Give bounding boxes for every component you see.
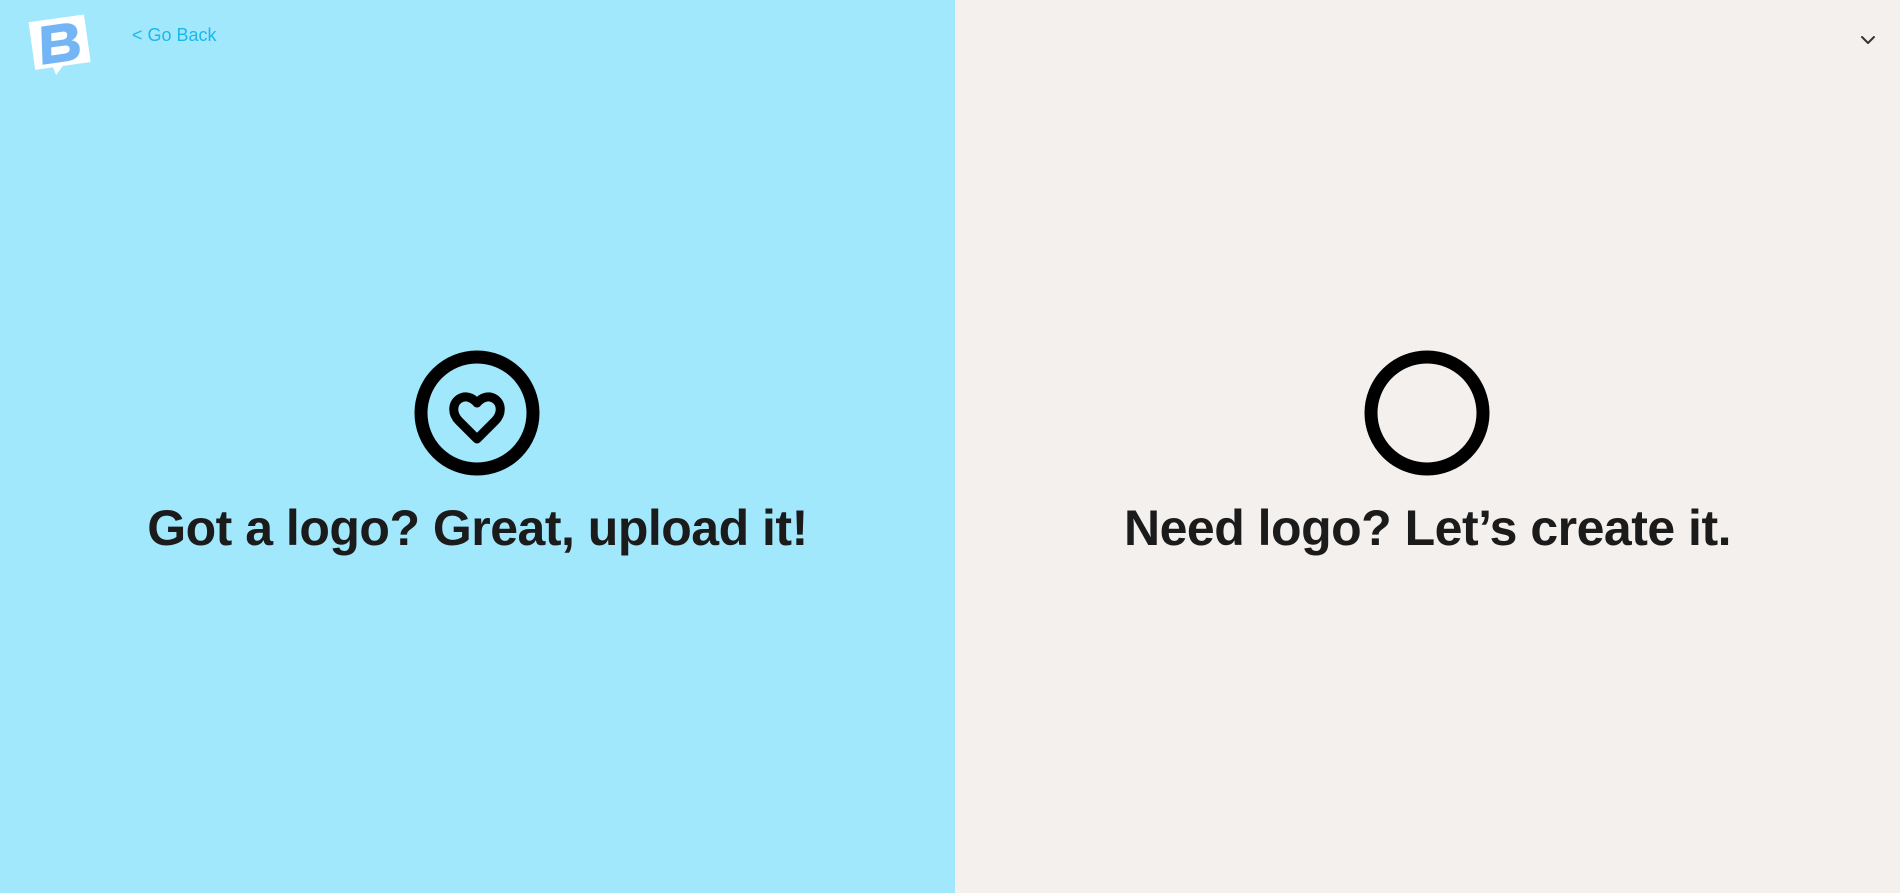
- empty-circle-icon: [1364, 350, 1490, 475]
- upload-logo-content: Got a logo? Great, upload it!: [147, 349, 808, 557]
- go-back-link[interactable]: < Go Back: [132, 25, 217, 46]
- chevron-down-icon[interactable]: [1858, 30, 1878, 50]
- brand-logo-icon[interactable]: [26, 12, 96, 78]
- create-logo-content: Need logo? Let’s create it.: [1123, 349, 1732, 557]
- create-logo-option[interactable]: Need logo? Let’s create it.: [955, 0, 1900, 893]
- upload-logo-option[interactable]: Got a logo? Great, upload it!: [0, 0, 955, 893]
- heart-circle-icon: [414, 350, 540, 475]
- create-logo-title: Need logo? Let’s create it.: [1123, 499, 1732, 556]
- upload-logo-title: Got a logo? Great, upload it!: [147, 499, 808, 556]
- logo-choice-page: < Go Back Got a logo? Great, upload it! …: [0, 0, 1900, 893]
